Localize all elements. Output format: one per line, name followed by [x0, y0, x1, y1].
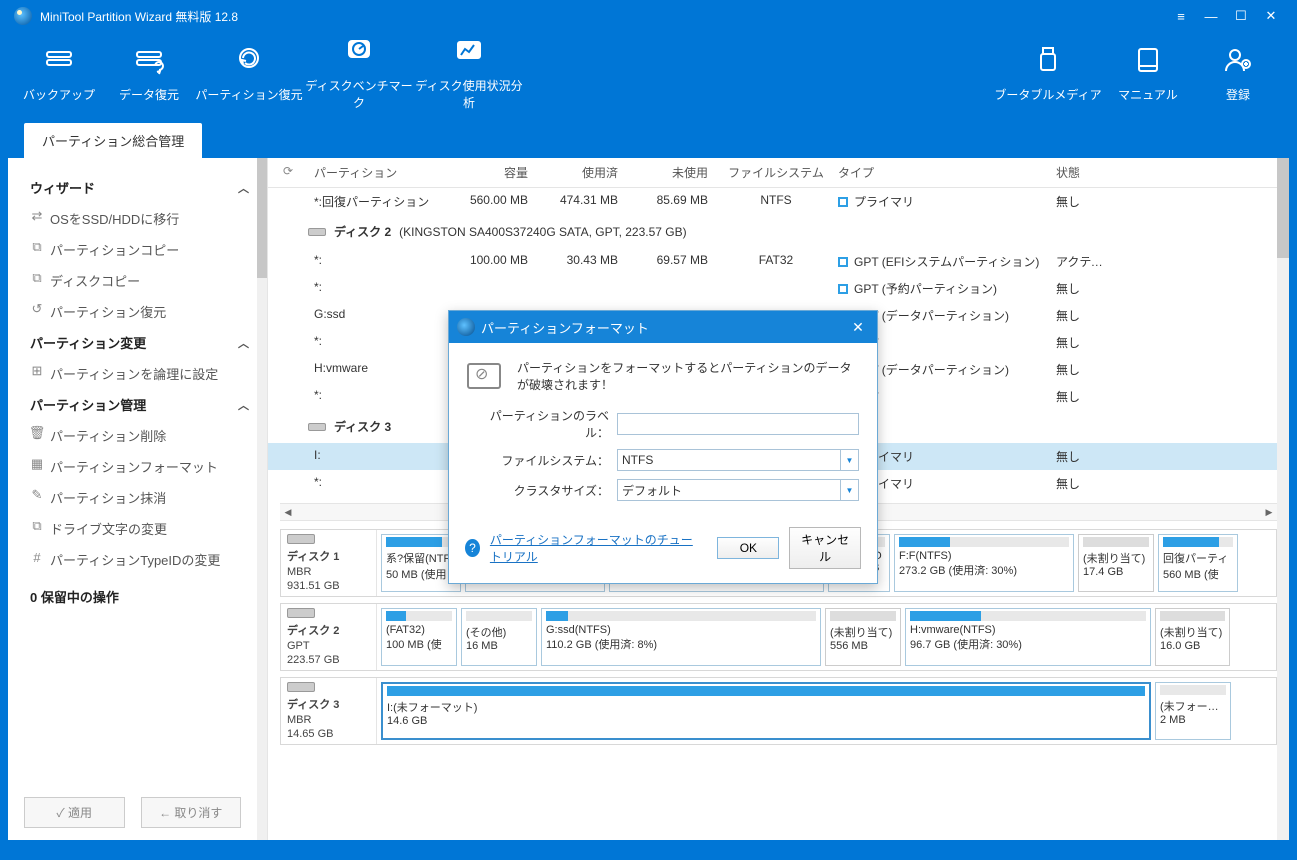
grid-header: ⟳ パーティション 容量 使用済 未使用 ファイルシステム タイプ 状態	[268, 158, 1289, 188]
sidebar: ウィザード︿⇄OSをSSD/HDDに移行⧉パーティションコピー⧉ディスクコピー↺…	[8, 158, 268, 840]
disk-icon	[287, 534, 315, 544]
format-partition-dialog: パーティションフォーマット ✕ パーティションをフォーマットするとパーティション…	[448, 310, 878, 584]
main-vertical-scrollbar[interactable]	[1277, 158, 1289, 840]
sidebar-item[interactable]: ⧉ドライブ文字の変更	[8, 513, 267, 544]
undo-button[interactable]: ← 取り消す	[141, 797, 242, 828]
manual-icon	[1132, 44, 1164, 76]
toolbar-disk-usage[interactable]: ディスク使用状況分析	[414, 35, 524, 111]
partition-segment[interactable]: (FAT32)100 MB (使	[381, 608, 457, 666]
disk-header[interactable]: ディスク 2(KINGSTON SA400S37240G SATA, GPT, …	[268, 215, 1289, 248]
sidebar-item[interactable]: ⊞パーティションを論理に設定	[8, 358, 267, 389]
dropdown-icon: ▼	[840, 450, 858, 470]
sidebar-scrollbar[interactable]	[257, 158, 267, 840]
data-recover-icon	[133, 44, 165, 76]
sidebar-section[interactable]: パーティション管理︿	[8, 389, 267, 420]
partition-row[interactable]: *:GPT (予約パーティション)無し	[268, 275, 1289, 302]
help-icon[interactable]: ?	[465, 539, 480, 557]
partition-segment[interactable]: I:(未フォーマット)14.6 GB	[381, 682, 1151, 740]
sidebar-item[interactable]: ⇄OSをSSD/HDDに移行	[8, 203, 267, 234]
partition-recover-icon	[233, 44, 265, 76]
title-bar: MiniTool Partition Wizard 無料版 12.8 ≡ ― ☐…	[4, 0, 1293, 32]
usb-icon	[1032, 44, 1064, 76]
benchmark-icon	[343, 35, 375, 67]
disk-icon	[287, 608, 315, 618]
toolbar-benchmark[interactable]: ディスクベンチマーク	[304, 35, 414, 111]
sidebar-section[interactable]: パーティション変更︿	[8, 327, 267, 358]
disk-map-header[interactable]: ディスク 2GPT223.57 GB	[281, 604, 377, 670]
cluster-size-select[interactable]: デフォルト▼	[617, 479, 859, 501]
sidebar-item-icon: #	[30, 550, 44, 564]
sidebar-item[interactable]: ↺パーティション復元	[8, 296, 267, 327]
sidebar-item-icon: ⧉	[30, 240, 44, 254]
ok-button[interactable]: OK	[717, 537, 779, 559]
sidebar-item[interactable]: ⧉パーティションコピー	[8, 234, 267, 265]
dialog-icon	[457, 318, 475, 336]
sidebar-section[interactable]: ウィザード︿	[8, 172, 267, 203]
usage-icon	[453, 35, 485, 67]
partition-segment[interactable]: F:F(NTFS)273.2 GB (使用済: 30%)	[894, 534, 1074, 592]
dialog-title: パーティションフォーマット	[481, 318, 649, 337]
dropdown-icon: ▼	[840, 480, 858, 500]
sidebar-item[interactable]: ▦パーティションフォーマット	[8, 451, 267, 482]
sidebar-item-icon: 🗑	[30, 426, 44, 440]
partition-label-label: パーティションのラベル：	[467, 407, 617, 441]
cluster-size-label: クラスタサイズ：	[467, 482, 617, 499]
disk-map-header[interactable]: ディスク 3MBR14.65 GB	[281, 678, 377, 744]
partition-row[interactable]: *:100.00 MB30.43 MB69.57 MBFAT32GPT (EFI…	[268, 248, 1289, 275]
sidebar-item-icon: ↺	[30, 302, 44, 316]
toolbar-data-recover[interactable]: データ復元	[104, 44, 194, 103]
pending-operations: 0 保留中の操作	[8, 575, 267, 618]
window-title: MiniTool Partition Wizard 無料版 12.8	[40, 8, 238, 25]
tab-partition-management[interactable]: パーティション総合管理	[24, 123, 202, 158]
warning-icon	[467, 363, 501, 389]
partition-segment[interactable]: (未フォーマット2 MB	[1155, 682, 1231, 740]
sidebar-item[interactable]: ⧉ディスクコピー	[8, 265, 267, 296]
close-button[interactable]: ✕	[1259, 4, 1283, 28]
sidebar-item-icon: ⊞	[30, 364, 44, 378]
partition-segment[interactable]: (未割り当て)556 MB	[825, 608, 901, 666]
toolbar-register[interactable]: 登録	[1193, 44, 1283, 103]
main-toolbar: バックアップ データ復元 パーティション復元 ディスクベンチマーク ディスク使用…	[4, 32, 1293, 124]
apply-button[interactable]: ✓ 適用	[24, 797, 125, 828]
toolbar-manual[interactable]: マニュアル	[1103, 44, 1193, 103]
partition-label-input[interactable]	[617, 413, 859, 435]
partition-segment[interactable]: (未割り当て)16.0 GB	[1155, 608, 1230, 666]
register-icon	[1222, 44, 1254, 76]
maximize-button[interactable]: ☐	[1229, 4, 1253, 28]
partition-row[interactable]: *:回復パーティション560.00 MB474.31 MB85.69 MBNTF…	[268, 188, 1289, 215]
sidebar-item[interactable]: 🗑パーティション削除	[8, 420, 267, 451]
sidebar-item-icon: ⧉	[30, 519, 44, 533]
sidebar-item-icon: ▦	[30, 457, 44, 471]
disk-map: ディスク 2GPT223.57 GB(FAT32)100 MB (使(その他)1…	[280, 603, 1277, 671]
app-icon	[14, 7, 32, 25]
sidebar-item-icon: ⧉	[30, 271, 44, 285]
toolbar-partition-recover[interactable]: パーティション復元	[194, 44, 304, 103]
tutorial-link[interactable]: パーティションフォーマットのチュートリアル	[490, 531, 697, 565]
toolbar-bootable-media[interactable]: ブータブルメディア	[993, 44, 1103, 103]
partition-segment[interactable]: (その他)16 MB	[461, 608, 537, 666]
warning-text: パーティションをフォーマットするとパーティションのデータが破壊されます！	[517, 359, 859, 393]
partition-segment[interactable]: (未割り当て)17.4 GB	[1078, 534, 1154, 592]
sidebar-item[interactable]: ✎パーティション抹消	[8, 482, 267, 513]
disk-icon	[287, 682, 315, 692]
cancel-button[interactable]: キャンセル	[789, 527, 861, 569]
filesystem-label: ファイルシステム：	[467, 452, 617, 469]
menu-icon[interactable]: ≡	[1169, 4, 1193, 28]
partition-segment[interactable]: G:ssd(NTFS)110.2 GB (使用済: 8%)	[541, 608, 821, 666]
disk-map-header[interactable]: ディスク 1MBR931.51 GB	[281, 530, 377, 596]
sidebar-item[interactable]: #パーティションTypeIDの変更	[8, 544, 267, 575]
sidebar-item-icon: ⇄	[30, 209, 44, 223]
dialog-close-button[interactable]: ✕	[847, 316, 869, 338]
partition-segment[interactable]: 回復パーティ560 MB (使	[1158, 534, 1238, 592]
toolbar-backup[interactable]: バックアップ	[14, 44, 104, 103]
sidebar-item-icon: ✎	[30, 488, 44, 502]
disk-icon	[308, 228, 326, 236]
refresh-icon[interactable]: ⟳	[268, 164, 308, 181]
disk-map: ディスク 3MBR14.65 GBI:(未フォーマット)14.6 GB(未フォー…	[280, 677, 1277, 745]
minimize-button[interactable]: ―	[1199, 4, 1223, 28]
filesystem-select[interactable]: NTFS▼	[617, 449, 859, 471]
disk-icon	[308, 423, 326, 431]
backup-icon	[43, 44, 75, 76]
partition-segment[interactable]: H:vmware(NTFS)96.7 GB (使用済: 30%)	[905, 608, 1151, 666]
